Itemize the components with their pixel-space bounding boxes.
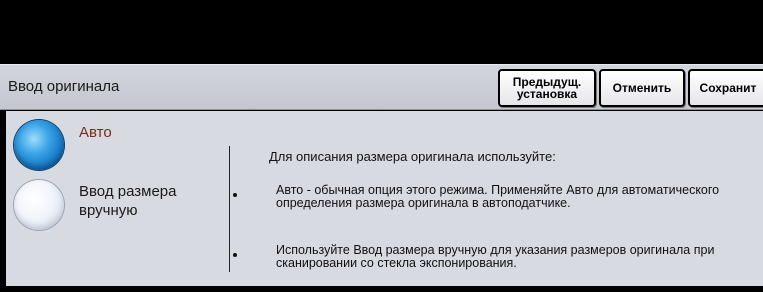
save-button[interactable]: Сохранит [688, 69, 763, 107]
bullet-icon [233, 193, 237, 197]
manual-size-option-label[interactable]: Ввод размера вручную [79, 182, 219, 220]
auto-radio-button[interactable] [14, 120, 64, 170]
previous-setting-label: Предыдущ. установка [513, 76, 581, 100]
top-black-area [0, 0, 763, 64]
info-heading: Для описания размера оригинала используй… [269, 149, 556, 164]
page-title: Ввод оригинала [8, 78, 120, 95]
info-bullet-auto: Авто - обычная опция этого режима. Приме… [276, 183, 720, 210]
cancel-button[interactable]: Отменить [599, 69, 685, 107]
vertical-divider [229, 146, 230, 272]
bottom-strip [0, 286, 763, 292]
bullet-icon [233, 253, 237, 257]
previous-setting-button[interactable]: Предыдущ. установка [498, 69, 596, 107]
auto-option-label[interactable]: Авто [79, 123, 112, 142]
previous-setting-line2: установка [516, 87, 578, 101]
manual-size-radio-button[interactable] [14, 180, 64, 230]
info-bullet-manual: Используйте Ввод размера вручную для ука… [276, 243, 715, 270]
header-bar: Ввод оригинала Предыдущ. установка Отмен… [0, 64, 763, 110]
